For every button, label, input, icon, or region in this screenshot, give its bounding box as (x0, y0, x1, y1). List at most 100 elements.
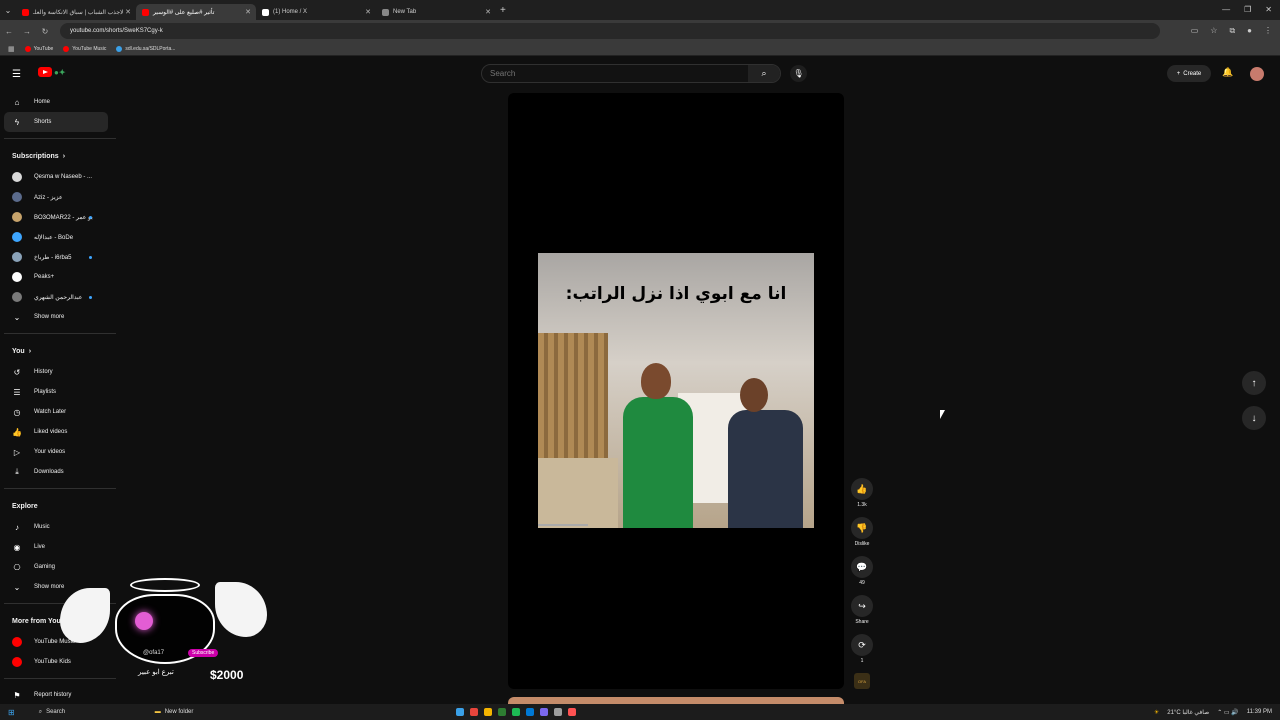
subscription-item[interactable]: عبدالإله - BoDe (0, 227, 108, 247)
tab-close-icon[interactable]: ✕ (365, 8, 371, 16)
bookmark-item[interactable]: YouTube (24, 45, 53, 52)
sidebar-item-label: Gaming (34, 564, 56, 570)
tab-favicon-icon (382, 8, 389, 16)
taskbar-folder[interactable]: ▬ New folder (155, 709, 194, 715)
taskbar-search-label: Search (46, 709, 66, 715)
subscription-item[interactable]: BO3OMAR22 - بو عمر (0, 207, 108, 227)
cast-icon[interactable]: ▭ (1191, 26, 1199, 36)
windows-start-icon[interactable]: ⊞ (8, 708, 15, 717)
folder-icon: ▬ (154, 709, 161, 715)
subscription-item[interactable]: Qesma w Naseeb - ... (0, 167, 108, 187)
profile-icon[interactable]: ● (1247, 26, 1252, 36)
sidebar-item-label: Live (34, 544, 46, 550)
taskbar-search[interactable]: ⌕ Search (39, 709, 129, 716)
comment-icon[interactable]: 💬 (851, 556, 873, 578)
sidebar-item-home[interactable]: ⌂ Home (0, 92, 108, 112)
sidebar-item-gaming[interactable]: ⎔ Gaming (0, 557, 108, 577)
sidebar-item-music[interactable]: ♪ Music (0, 517, 108, 537)
sidebar-item-history[interactable]: ↺ History (0, 362, 108, 382)
sidebar-item-your-videos[interactable]: ▷ Your videos (0, 442, 108, 462)
next-short-arrow-icon[interactable]: ↓ (1242, 406, 1266, 430)
browser-tab[interactable]: لاجذب الشباب | سباق الانكاسة والعلـ ✕ (16, 4, 136, 20)
share-icon[interactable]: ↪ (851, 595, 873, 617)
you-heading[interactable]: You › (0, 340, 116, 362)
live-icon: ◉ (13, 542, 21, 552)
tray-icons[interactable]: ⌃ ▭ 🔊 (1217, 709, 1239, 716)
sidebar-item-shorts[interactable]: ϟ Shorts (4, 112, 108, 132)
show-more-subscriptions[interactable]: ⌄ Show more (0, 307, 108, 327)
taskbar-folder-label: New folder (164, 709, 194, 715)
microphone-icon[interactable]: 🎙 (790, 65, 807, 82)
browser-tab[interactable]: New Tab ✕ (376, 4, 496, 20)
bookmark-item[interactable]: YouTube Music (63, 45, 106, 52)
taskbar-app-icon[interactable] (512, 708, 520, 716)
search-icon[interactable]: ⌕ (748, 65, 780, 82)
previous-short-arrow-icon[interactable]: ↑ (1242, 371, 1266, 395)
maximize-icon[interactable]: ❐ (1244, 5, 1251, 14)
reload-icon[interactable]: ↻ (36, 27, 54, 36)
taskbar-apps (456, 708, 576, 716)
bookmark-item[interactable]: sdl.edu.sa/SDLPorta... (116, 45, 175, 52)
extensions-icon[interactable]: ⧉ (1229, 26, 1235, 36)
home-icon: ⌂ (14, 97, 20, 107)
create-button[interactable]: + Create (1167, 65, 1211, 82)
explore-heading[interactable]: Explore (0, 495, 116, 517)
video-progress-bar[interactable] (538, 524, 588, 526)
sidebar-item-label: Downloads (34, 469, 64, 475)
tab-close-icon[interactable]: ✕ (485, 8, 491, 16)
new-tab-icon[interactable]: + (500, 5, 506, 16)
sidebar-item-playlists[interactable]: ☰ Playlists (0, 382, 108, 402)
close-window-icon[interactable]: ✕ (1265, 5, 1272, 14)
short-video-frame[interactable]: انا مع ابوي اذا نزل الراتب: (538, 253, 814, 528)
search-input[interactable] (482, 65, 748, 82)
remix-icon[interactable]: ⟳ (851, 634, 873, 656)
clock-time[interactable]: 11:39 PM (1247, 709, 1272, 715)
subscription-item[interactable]: Aziz - عزيز (0, 187, 108, 207)
youtube-logo[interactable]: ●✦ (38, 67, 66, 77)
sidebar-item-liked-videos[interactable]: 👍 Liked videos (0, 422, 108, 442)
tab-close-icon[interactable]: ✕ (125, 8, 131, 16)
like-icon[interactable]: 👍 (851, 478, 873, 500)
taskbar-app-icon[interactable] (456, 708, 464, 716)
notifications-bell-icon[interactable]: 🔔 (1222, 67, 1233, 78)
video-person-dark-shirt (728, 378, 808, 528)
subscription-item[interactable]: عبدالرحمن الشهري (0, 287, 108, 307)
sidebar-item-watch-later[interactable]: ◷ Watch Later (0, 402, 108, 422)
taskbar-app-icon[interactable] (498, 708, 506, 716)
bookmark-star-icon[interactable]: ☆ (1210, 26, 1217, 36)
sidebar-item-downloads[interactable]: ⤓ Downloads (0, 462, 108, 482)
taskbar-app-icon[interactable] (554, 708, 562, 716)
channel-thumbnail[interactable]: OFA (854, 673, 870, 689)
weather-text[interactable]: 21°C صافي غالبا (1167, 709, 1209, 716)
tab-label: New Tab (393, 9, 417, 15)
report-history-label: Report history (34, 692, 72, 698)
apps-grid-icon[interactable]: ▦ (8, 45, 15, 53)
account-avatar[interactable] (1250, 67, 1264, 81)
forward-icon[interactable]: → (18, 27, 36, 36)
browser-tab[interactable]: تأثير #صليع على #الوسير ✕ (136, 4, 256, 20)
tab-label: لاجذب الشباب | سباق الانكاسة والعلـ (33, 9, 124, 16)
subscription-item[interactable]: طرباخ - i6rba5 (0, 247, 108, 267)
tab-search-icon[interactable]: ⌄ (0, 6, 16, 15)
right-wing-icon (215, 582, 267, 637)
tab-close-icon[interactable]: ✕ (245, 8, 251, 16)
taskbar-app-icon[interactable] (568, 708, 576, 716)
halo-icon (130, 578, 200, 592)
back-icon[interactable]: ← (0, 27, 18, 36)
browser-tab-strip: ⌄ لاجذب الشباب | سباق الانكاسة والعلـ ✕ تأ… (0, 0, 1280, 20)
subscriptions-heading[interactable]: Subscriptions › (0, 145, 116, 167)
taskbar-app-icon[interactable] (470, 708, 478, 716)
url-field[interactable]: youtube.com/shorts/SweKS7Cgy-k (60, 23, 1160, 39)
sidebar-item-live[interactable]: ◉ Live (0, 537, 108, 557)
dislike-icon[interactable]: 👎 (851, 517, 873, 539)
report-history-item[interactable]: ⚑ Report history (0, 685, 108, 705)
taskbar-app-icon[interactable] (540, 708, 548, 716)
taskbar-app-icon[interactable] (526, 708, 534, 716)
taskbar-app-icon[interactable] (484, 708, 492, 716)
subscription-item[interactable]: Peaks+ (0, 267, 108, 287)
menu-icon[interactable]: ☰ (12, 69, 21, 80)
taskbar-search-icon: ⌕ (38, 708, 43, 715)
browser-tab[interactable]: (1) Home / X ✕ (256, 4, 376, 20)
menu-dots-icon[interactable]: ⋮ (1264, 26, 1272, 36)
minimize-icon[interactable]: — (1222, 5, 1230, 14)
